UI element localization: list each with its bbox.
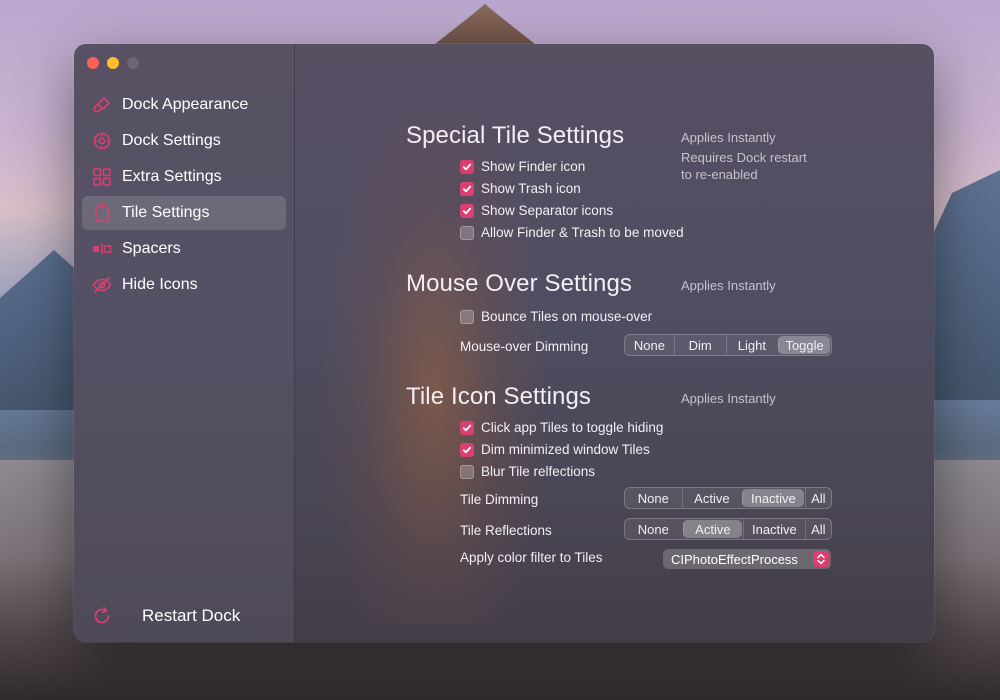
sidebar-item-label: Tile Settings	[122, 204, 210, 221]
wallpaper-peak	[430, 4, 540, 48]
checkbox-box[interactable]	[460, 442, 474, 457]
bounce-tiles-checkbox[interactable]: Bounce Tiles on mouse-over	[460, 309, 652, 324]
show-trash-checkbox[interactable]: Show Trash icon	[460, 181, 581, 196]
show-separator-checkbox[interactable]: Show Separator icons	[460, 203, 613, 218]
restart-note-line1: Requires Dock restart	[681, 150, 807, 165]
checkbox-label: Show Separator icons	[481, 203, 614, 218]
spacer-icon	[90, 237, 114, 261]
segment-inactive[interactable]: Inactive	[742, 489, 804, 507]
tile-icon	[90, 201, 114, 225]
gear-icon	[90, 129, 114, 153]
segment-none[interactable]: None	[625, 519, 682, 539]
tile-reflections-segmented: None Active Inactive All	[624, 518, 832, 540]
sidebar-item-spacers[interactable]: Spacers	[82, 232, 286, 266]
restart-icon	[90, 604, 114, 628]
mouseover-dimming-label: Mouse-over Dimming	[460, 339, 589, 354]
checkbox-label: Dim minimized window Tiles	[481, 442, 650, 457]
traffic-lights	[87, 57, 139, 69]
restart-dock-label: Restart Dock	[142, 606, 241, 625]
sidebar-item-hide-icons[interactable]: Hide Icons	[82, 268, 286, 302]
checkbox-label: Bounce Tiles on mouse-over	[481, 309, 653, 324]
sidebar: Dock Appearance Dock Settings Extra Sett…	[74, 44, 295, 642]
minimize-button[interactable]	[107, 57, 119, 69]
grid-icon	[90, 165, 114, 189]
segment-active[interactable]: Active	[682, 520, 743, 538]
close-button[interactable]	[87, 57, 99, 69]
section-title-tileicon: Tile Icon Settings	[406, 383, 591, 410]
sidebar-item-tile-settings[interactable]: Tile Settings	[82, 196, 286, 230]
sidebar-item-extra-settings[interactable]: Extra Settings	[82, 160, 286, 194]
checkbox-box[interactable]	[460, 309, 474, 324]
blur-reflections-checkbox[interactable]: Blur Tile relfections	[460, 464, 595, 479]
segment-all[interactable]: All	[804, 519, 831, 539]
sidebar-item-label: Extra Settings	[122, 168, 222, 185]
app-window: Dock Appearance Dock Settings Extra Sett…	[74, 44, 934, 642]
applies-instantly-note: Applies Instantly	[681, 391, 776, 406]
sidebar-item-label: Dock Appearance	[122, 96, 249, 113]
color-filter-label: Apply color filter to Tiles	[460, 550, 603, 565]
color-filter-value: CIPhotoEffectProcess	[671, 551, 798, 567]
paintbrush-icon	[90, 93, 114, 117]
segment-all[interactable]: All	[804, 488, 831, 508]
sidebar-item-label: Spacers	[122, 240, 181, 257]
section-title-mouseover: Mouse Over Settings	[406, 270, 632, 297]
applies-instantly-note: Applies Instantly	[681, 130, 776, 145]
sidebar-nav: Dock Appearance Dock Settings Extra Sett…	[82, 88, 286, 304]
checkbox-box[interactable]	[460, 420, 474, 435]
tile-reflections-label: Tile Reflections	[460, 523, 552, 538]
checkbox-box[interactable]	[460, 203, 474, 218]
chevron-up-down-icon	[813, 551, 829, 567]
restart-note-line2: to re-enabled	[681, 167, 758, 182]
restart-dock-button[interactable]: Restart Dock	[90, 604, 240, 628]
segment-inactive[interactable]: Inactive	[743, 519, 805, 539]
allow-move-checkbox[interactable]: Allow Finder & Trash to be moved	[460, 225, 684, 240]
show-finder-checkbox[interactable]: Show Finder icon	[460, 159, 585, 174]
checkbox-label: Show Finder icon	[481, 159, 586, 174]
checkbox-box[interactable]	[460, 225, 474, 240]
checkbox-label: Show Trash icon	[481, 181, 581, 196]
segment-none[interactable]: None	[625, 335, 674, 355]
checkbox-label: Click app Tiles to toggle hiding	[481, 420, 664, 435]
applies-instantly-note: Applies Instantly	[681, 278, 776, 293]
segment-light[interactable]: Light	[725, 335, 778, 355]
segment-active[interactable]: Active	[681, 488, 742, 508]
checkbox-box[interactable]	[460, 464, 474, 479]
checkbox-box[interactable]	[460, 181, 474, 196]
click-toggle-hiding-checkbox[interactable]: Click app Tiles to toggle hiding	[460, 420, 663, 435]
tile-dimming-label: Tile Dimming	[460, 492, 539, 507]
tile-dimming-segmented: None Active Inactive All	[624, 487, 832, 509]
color-filter-popup[interactable]: CIPhotoEffectProcess	[663, 549, 831, 569]
segment-none[interactable]: None	[625, 488, 682, 508]
sidebar-item-dock-settings[interactable]: Dock Settings	[82, 124, 286, 158]
section-title-special: Special Tile Settings	[406, 122, 625, 149]
eye-slash-icon	[90, 273, 114, 297]
sidebar-item-dock-appearance[interactable]: Dock Appearance	[82, 88, 286, 122]
sidebar-item-label: Dock Settings	[122, 132, 221, 149]
segment-dim[interactable]: Dim	[673, 335, 726, 355]
checkbox-label: Blur Tile relfections	[481, 464, 596, 479]
sidebar-item-label: Hide Icons	[122, 276, 198, 293]
checkbox-label: Allow Finder & Trash to be moved	[481, 225, 684, 240]
main-content: Special Tile Settings Applies Instantly …	[295, 44, 934, 642]
dim-minimized-checkbox[interactable]: Dim minimized window Tiles	[460, 442, 650, 457]
segment-toggle[interactable]: Toggle	[778, 336, 830, 354]
checkbox-box[interactable]	[460, 159, 474, 174]
zoom-button[interactable]	[127, 57, 139, 69]
mouseover-dimming-segmented: None Dim Light Toggle	[624, 334, 832, 356]
